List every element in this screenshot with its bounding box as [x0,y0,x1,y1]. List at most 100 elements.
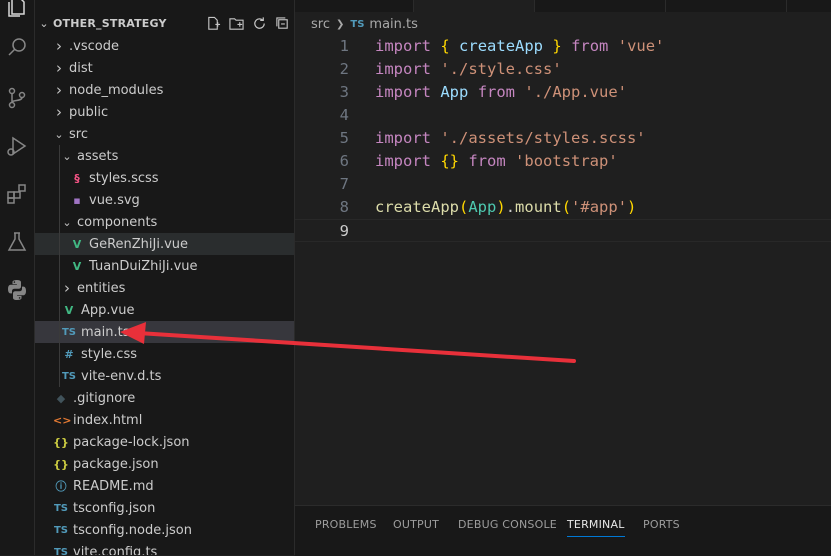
breadcrumb: src ❯ TS main.ts [295,13,831,35]
code-token: App [440,83,469,101]
editor-tab[interactable] [666,0,787,12]
explorer-sidebar: ⌄ OTHER_STRATEGY › .vscode › dist › node_modu… [35,0,295,555]
file-item[interactable]: {} package.json [35,453,294,475]
file-item[interactable]: V GeRenZhiJi.vue [35,233,294,255]
file-item[interactable]: {} package-lock.json [35,431,294,453]
source-control-icon[interactable] [0,83,34,113]
typescript-file-icon: TS [350,18,365,30]
ts-file-icon: TS [53,546,69,556]
folder-item[interactable]: › dist [35,57,294,79]
tree-item-label: node_modules [69,82,164,98]
code-line[interactable]: 8 createApp(App).mount('#app') [295,196,831,219]
code-line[interactable]: 6 import {} from 'bootstrap' [295,150,831,173]
code-text: import App from './App.vue' [375,81,627,104]
new-folder-icon[interactable] [228,14,244,32]
bottom-panel: PROBLEMS OUTPUT DEBUG CONSOLE TERMINAL P… [295,505,831,556]
file-item[interactable]: V App.vue [35,299,294,321]
file-item[interactable]: § styles.scss [35,167,294,189]
activity-bar [0,0,35,555]
folder-item[interactable]: › public [35,101,294,123]
tree-item-label: components [77,214,158,230]
file-item[interactable]: TS vite-env.d.ts [35,365,294,387]
code-token: from [468,152,506,170]
code-line[interactable]: 4 [295,104,831,127]
folder-item[interactable]: › entities [35,277,294,299]
tab-output[interactable]: OUTPUT [393,518,439,531]
new-file-icon[interactable] [205,14,221,32]
tab-terminal[interactable]: TERMINAL [567,518,625,537]
tree-item-label: styles.scss [89,170,159,186]
python-icon[interactable] [0,275,34,305]
line-number: 5 [339,129,349,147]
tree-item-label: entities [77,280,126,296]
code-token: ( [459,198,469,216]
code-token: './App.vue' [524,83,628,101]
tree-item-label: vite-env.d.ts [81,368,162,384]
code-text: import './style.css' [375,58,562,81]
code-line[interactable]: 2 import './style.css' [295,58,831,81]
explorer-icon[interactable] [0,0,34,22]
editor-tab[interactable] [535,0,666,12]
tab-ports[interactable]: PORTS [643,518,680,531]
file-item[interactable]: <> index.html [35,409,294,431]
code-line[interactable]: 5 import './assets/styles.scss' [295,127,831,150]
file-item[interactable]: TS vite.config.ts [35,541,294,556]
chevron-right-icon: › [56,103,62,121]
tree-item-label: tsconfig.node.json [73,522,192,538]
folder-item[interactable]: › node_modules [35,79,294,101]
breadcrumb-folder[interactable]: src [311,17,330,32]
breadcrumb-file[interactable]: main.ts [369,17,417,32]
collapse-all-icon[interactable] [274,14,290,32]
code-line[interactable]: 3 import App from './App.vue' [295,81,831,104]
editor-tab-active[interactable] [414,0,535,12]
code-editor[interactable]: 1 import { createApp } from 'vue' 2 import … [295,35,831,242]
file-item[interactable]: ⓘ README.md [35,475,294,497]
search-icon[interactable] [0,33,34,63]
workspace-title: OTHER_STRATEGY [53,16,167,30]
vue-file-icon: V [72,237,82,251]
code-token: './style.css' [440,60,562,78]
chevron-right-icon: › [56,37,62,55]
ts-file-icon: TS [53,524,69,536]
code-line[interactable]: 1 import { createApp } from 'vue' [295,35,831,58]
tree-item-label: package.json [73,456,159,472]
tree-item-label: GeRenZhiJi.vue [89,236,189,252]
chevron-down-icon[interactable]: ⌄ [35,17,53,30]
tree-item-label: main.ts [81,324,130,340]
line-number: 9 [339,222,349,240]
file-item[interactable]: V TuanDuiZhiJi.vue [35,255,294,277]
testing-icon[interactable] [0,227,34,257]
file-item[interactable]: ▪ vue.svg [35,189,294,211]
file-item[interactable]: ◆ .gitignore [35,387,294,409]
folder-item[interactable]: › .vscode [35,35,294,57]
explorer-header[interactable]: ⌄ OTHER_STRATEGY [35,12,294,34]
run-debug-icon[interactable] [0,131,34,161]
folder-item[interactable]: ⌄ src [35,123,294,145]
extensions-icon[interactable] [0,179,34,209]
folder-item[interactable]: ⌄ assets [35,145,294,167]
tab-problems[interactable]: PROBLEMS [315,518,377,531]
tree-item-label: README.md [73,478,154,494]
tree-item-label: .vscode [69,38,119,54]
line-number: 7 [339,175,349,193]
refresh-icon[interactable] [251,14,267,32]
editor-tab[interactable] [295,0,414,12]
tree-item-label: App.vue [81,302,135,318]
file-item[interactable]: TS tsconfig.node.json [35,519,294,541]
tab-debug-console[interactable]: DEBUG CONSOLE [458,518,557,531]
file-item[interactable]: # style.css [35,343,294,365]
file-item[interactable]: TS main.ts [35,321,294,343]
folder-item[interactable]: ⌄ components [35,211,294,233]
chevron-right-icon: ❯ [335,18,345,30]
vue-file-icon: V [64,303,74,317]
code-line[interactable]: 9 [295,219,831,242]
file-item[interactable]: TS tsconfig.json [35,497,294,519]
code-line[interactable]: 7 [295,173,831,196]
